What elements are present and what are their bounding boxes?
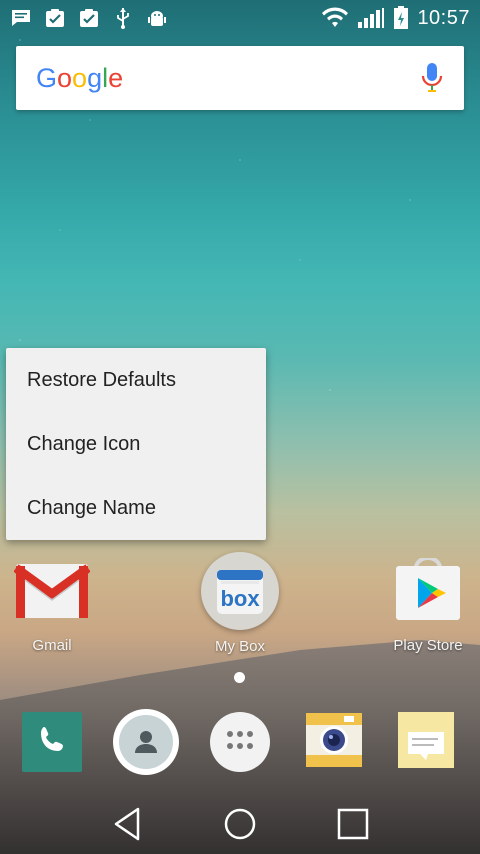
notification-icons bbox=[10, 7, 168, 29]
dock-notes[interactable] bbox=[396, 710, 456, 775]
gmail-icon bbox=[13, 560, 91, 627]
menu-item-restore-defaults[interactable]: Restore Defaults bbox=[6, 348, 266, 412]
play-store-icon bbox=[392, 556, 464, 627]
recents-icon[interactable] bbox=[329, 800, 377, 848]
google-search-bar[interactable]: Google bbox=[16, 46, 464, 110]
home-icon[interactable] bbox=[216, 800, 264, 848]
app-label-gmail: Gmail bbox=[32, 637, 72, 654]
dock-phone[interactable] bbox=[22, 712, 82, 772]
dock-app-drawer[interactable] bbox=[210, 712, 270, 772]
navigation-bar bbox=[0, 794, 480, 854]
menu-item-change-icon[interactable]: Change Icon bbox=[6, 412, 266, 476]
clock-time: 10:57 bbox=[417, 6, 470, 29]
page-indicator bbox=[234, 672, 245, 683]
system-icons: 10:57 bbox=[321, 6, 470, 30]
app-gmail[interactable]: Gmail bbox=[12, 560, 92, 654]
usb-icon bbox=[112, 7, 134, 29]
message-icon bbox=[10, 7, 32, 29]
back-icon[interactable] bbox=[103, 800, 151, 848]
contacts-icon bbox=[119, 715, 173, 769]
battery-charging-icon bbox=[393, 6, 409, 29]
mic-icon[interactable] bbox=[420, 62, 444, 94]
camera-icon bbox=[304, 711, 364, 774]
status-bar: 10:57 bbox=[0, 0, 480, 36]
app-play-store[interactable]: Play Store bbox=[386, 556, 470, 654]
signal-icon bbox=[357, 7, 385, 29]
dock-camera[interactable] bbox=[303, 712, 365, 772]
google-logo: Google bbox=[36, 62, 124, 93]
menu-item-change-name[interactable]: Change Name bbox=[6, 476, 266, 540]
android-debug-icon bbox=[146, 7, 168, 29]
app-label-play-store: Play Store bbox=[393, 637, 463, 654]
task-done-icon bbox=[44, 7, 66, 29]
app-my-box[interactable]: box My Box bbox=[198, 552, 282, 655]
phone-icon bbox=[36, 724, 68, 761]
app-drawer-icon bbox=[225, 729, 255, 756]
box-icon: box bbox=[201, 552, 279, 630]
task-done-icon bbox=[78, 7, 100, 29]
notes-icon bbox=[396, 710, 456, 775]
context-menu: Restore Defaults Change Icon Change Name bbox=[6, 348, 266, 540]
app-label-my-box: My Box bbox=[214, 638, 265, 655]
box-logo-text: box bbox=[220, 586, 260, 611]
dock-contacts[interactable] bbox=[113, 709, 179, 775]
wifi-icon bbox=[321, 7, 349, 29]
